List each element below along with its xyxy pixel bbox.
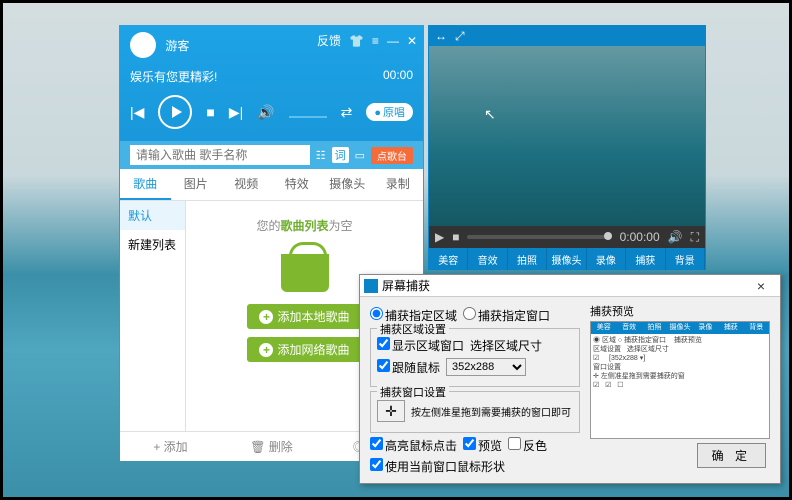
vtab-sound[interactable]: 音效 — [468, 248, 507, 270]
vtab-beauty[interactable]: 美容 — [429, 248, 468, 270]
preview-tabbar: 美容音效拍照摄像头录像捕获背景 — [591, 322, 769, 334]
avatar[interactable] — [130, 32, 156, 58]
video-tabs: 美容 音效 拍照 摄像头 录像 捕获 背景 — [429, 248, 705, 270]
username: 游客 — [165, 37, 189, 54]
radio-window[interactable]: 捕获指定窗口 — [463, 307, 550, 324]
equalizer-icon[interactable]: ☷ — [316, 149, 326, 162]
size-select[interactable]: 352x288 — [446, 358, 526, 376]
tab-videos[interactable]: 视频 — [221, 169, 272, 200]
dialog-title: 屏幕捕获 — [382, 277, 430, 294]
video-viewport[interactable]: ↖ — [429, 46, 705, 226]
video-controls: ▶ ■ 0:00:00 🔊 ⛶ — [429, 226, 705, 248]
sidebar-item-new[interactable]: 新建列表 — [120, 230, 185, 259]
check-use-cursor[interactable]: 使用当前窗口鼠标形状 — [370, 458, 505, 475]
check-highlight[interactable]: 高亮鼠标点击 — [370, 437, 457, 454]
footer-add[interactable]: + 添加 — [120, 432, 221, 461]
lyric-button[interactable]: 词 — [332, 147, 349, 163]
app-icon — [364, 279, 378, 293]
dialog-titlebar[interactable]: 屏幕捕获 × — [360, 275, 780, 297]
music-player-header: 游客 反馈 👕 ≡ — ✕ 娱乐有您更精彩! 00:00 |◀ ■ ▶| 🔊 ⇄… — [120, 26, 423, 141]
sidebar-item-default[interactable]: 默认 — [120, 201, 185, 230]
empty-text: 您的歌曲列表为空 — [196, 217, 413, 234]
check-follow-mouse[interactable]: 跟随鼠标 — [377, 359, 440, 376]
time-text: 0:00:00 — [620, 230, 660, 244]
window-controls: 反馈 👕 ≡ — ✕ — [317, 32, 417, 49]
duration-text: 00:00 — [383, 68, 413, 85]
vtab-record[interactable]: 录像 — [587, 248, 626, 270]
stop-icon[interactable]: ■ — [452, 230, 459, 244]
volume-icon[interactable]: 🔊 — [257, 104, 274, 121]
progress-slider[interactable] — [467, 235, 611, 239]
group-window: 捕获窗口设置 ✛ 按左侧准星拖到需要捕获的窗口即可 — [370, 391, 580, 433]
playlist-sidebar: 默认 新建列表 — [120, 201, 186, 431]
vtab-camera[interactable]: 摄像头 — [547, 248, 586, 270]
minimize-icon[interactable]: — — [387, 34, 399, 48]
basket-icon — [275, 242, 335, 292]
add-local-button[interactable]: 添加本地歌曲 — [247, 304, 361, 329]
shirt-icon[interactable]: 👕 — [349, 34, 364, 48]
vtab-photo[interactable]: 拍照 — [508, 248, 547, 270]
expand-icon[interactable]: ⤢ — [455, 29, 465, 44]
stop-icon[interactable]: ■ — [206, 104, 214, 120]
drag-hint: 按左侧准星拖到需要捕获的窗口即可 — [411, 404, 571, 419]
group-window-title: 捕获窗口设置 — [377, 384, 449, 400]
feedback-link[interactable]: 反馈 — [317, 32, 341, 49]
original-vocal-button[interactable]: 原唱 — [366, 103, 413, 121]
check-invert[interactable]: 反色 — [508, 437, 547, 454]
preview-title: 捕获预览 — [590, 303, 770, 319]
search-bar: ☷ 词 ▭ 点歌台 — [120, 141, 423, 169]
video-titlebar: ↔ ⤢ — [429, 26, 705, 46]
prev-icon[interactable]: |◀ — [130, 104, 144, 121]
shuffle-icon[interactable]: ⇄ — [341, 104, 353, 121]
ktv-button[interactable]: 点歌台 — [371, 147, 413, 164]
dialog-left: 捕获指定区域 捕获指定窗口 捕获区域设置 显示区域窗口 选择区域尺寸 跟随鼠标 … — [370, 303, 580, 479]
ok-button[interactable]: 确 定 — [697, 443, 766, 468]
close-icon[interactable]: × — [746, 278, 776, 294]
group-area-title: 捕获区域设置 — [377, 321, 449, 337]
vtab-capture[interactable]: 捕获 — [626, 248, 665, 270]
footer-delete[interactable]: 🗑 删除 — [221, 432, 322, 461]
check-preview[interactable]: 预览 — [463, 437, 502, 454]
dialog-right: 捕获预览 美容音效拍照摄像头录像捕获背景 ◉ 区域 ○ 捕获指定窗口 捕获预览 … — [590, 303, 770, 479]
tab-camera[interactable]: 摄像头 — [322, 169, 373, 200]
content-tabs: 歌曲 图片 视频 特效 摄像头 录制 — [120, 169, 423, 201]
check-show-region[interactable]: 显示区域窗口 — [377, 337, 464, 354]
volume-slider[interactable] — [289, 116, 327, 118]
search-input[interactable] — [130, 145, 310, 165]
next-icon[interactable]: ▶| — [229, 104, 243, 121]
tv-icon[interactable]: ▭ — [355, 149, 365, 162]
play-button[interactable] — [158, 95, 192, 129]
close-icon[interactable]: ✕ — [407, 34, 417, 48]
cursor-icon: ↖ — [484, 106, 496, 123]
fullscreen-icon[interactable]: ⛶ — [691, 230, 699, 245]
group-area: 捕获区域设置 显示区域窗口 选择区域尺寸 跟随鼠标 352x288 — [370, 328, 580, 387]
crosshair-icon[interactable]: ✛ — [377, 400, 405, 422]
tab-record[interactable]: 录制 — [373, 169, 424, 200]
play-icon[interactable]: ▶ — [435, 230, 444, 244]
tab-pictures[interactable]: 图片 — [171, 169, 222, 200]
dialog-body: 捕获指定区域 捕获指定窗口 捕获区域设置 显示区域窗口 选择区域尺寸 跟随鼠标 … — [360, 297, 780, 485]
preview-content: ◉ 区域 ○ 捕获指定窗口 捕获预览 区域设置 选择区域尺寸 ☑ [352x28… — [591, 334, 769, 393]
video-player-window: ↔ ⤢ ↖ ▶ ■ 0:00:00 🔊 ⛶ 美容 音效 拍照 摄像头 录像 捕获… — [428, 25, 706, 270]
menu-icon[interactable]: ≡ — [372, 34, 379, 48]
volume-icon[interactable]: 🔊 — [668, 230, 683, 244]
preview-pane: 美容音效拍照摄像头录像捕获背景 ◉ 区域 ○ 捕获指定窗口 捕获预览 区域设置 … — [590, 321, 770, 439]
playback-controls: |◀ ■ ▶| 🔊 ⇄ 原唱 — [130, 95, 413, 129]
size-label: 选择区域尺寸 — [470, 337, 542, 354]
arrow-left-icon[interactable]: ↔ — [435, 29, 447, 43]
tab-songs[interactable]: 歌曲 — [120, 169, 171, 200]
screen-capture-dialog: 屏幕捕获 × 捕获指定区域 捕获指定窗口 捕获区域设置 显示区域窗口 选择区域尺… — [359, 274, 781, 484]
add-network-button[interactable]: 添加网络歌曲 — [247, 337, 361, 362]
tab-effects[interactable]: 特效 — [272, 169, 323, 200]
slogan-text: 娱乐有您更精彩! — [130, 68, 217, 85]
vtab-bg[interactable]: 背景 — [666, 248, 705, 270]
